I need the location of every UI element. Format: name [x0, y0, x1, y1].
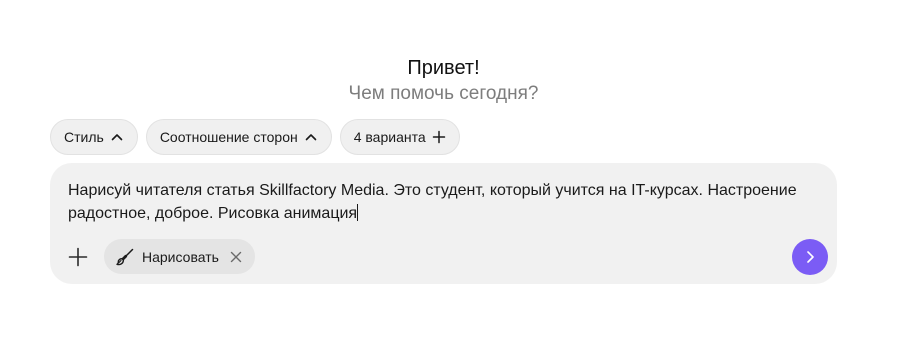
close-icon[interactable]: [229, 250, 243, 264]
chevron-up-icon: [110, 130, 124, 144]
draw-tool-chip[interactable]: Нарисовать: [104, 239, 255, 274]
draw-tool-label: Нарисовать: [142, 248, 219, 265]
variants-chip-label: 4 варианта: [353, 129, 426, 145]
add-attachment-button[interactable]: [66, 245, 90, 269]
prompt-input-text: Нарисуй читателя статья Skillfactory Med…: [68, 182, 797, 222]
aspect-ratio-chip[interactable]: Соотношение сторон: [145, 119, 332, 155]
greeting-title: Привет!: [407, 57, 480, 79]
plus-icon: [432, 130, 446, 144]
chevron-right-icon: [807, 251, 814, 263]
variants-chip[interactable]: 4 варианта: [339, 119, 460, 155]
prompt-composer: Нарисуй читателя статья Skillfactory Med…: [50, 163, 837, 284]
style-chip[interactable]: Стиль: [50, 119, 138, 155]
style-chip-label: Стиль: [64, 129, 104, 145]
text-caret: [357, 204, 359, 221]
greeting-subtitle: Чем помочь сегодня?: [348, 83, 539, 104]
plus-icon: [68, 247, 88, 267]
paintbrush-icon: [116, 248, 134, 266]
prompt-input[interactable]: Нарисуй читателя статья Skillfactory Med…: [68, 179, 813, 225]
send-button[interactable]: [792, 239, 828, 275]
aspect-ratio-chip-label: Соотношение сторон: [159, 129, 298, 145]
option-chips: Стиль Соотношение сторон 4 варианта: [50, 119, 460, 155]
chevron-up-icon: [304, 130, 318, 144]
greeting: Привет! Чем помочь сегодня?: [0, 56, 887, 106]
